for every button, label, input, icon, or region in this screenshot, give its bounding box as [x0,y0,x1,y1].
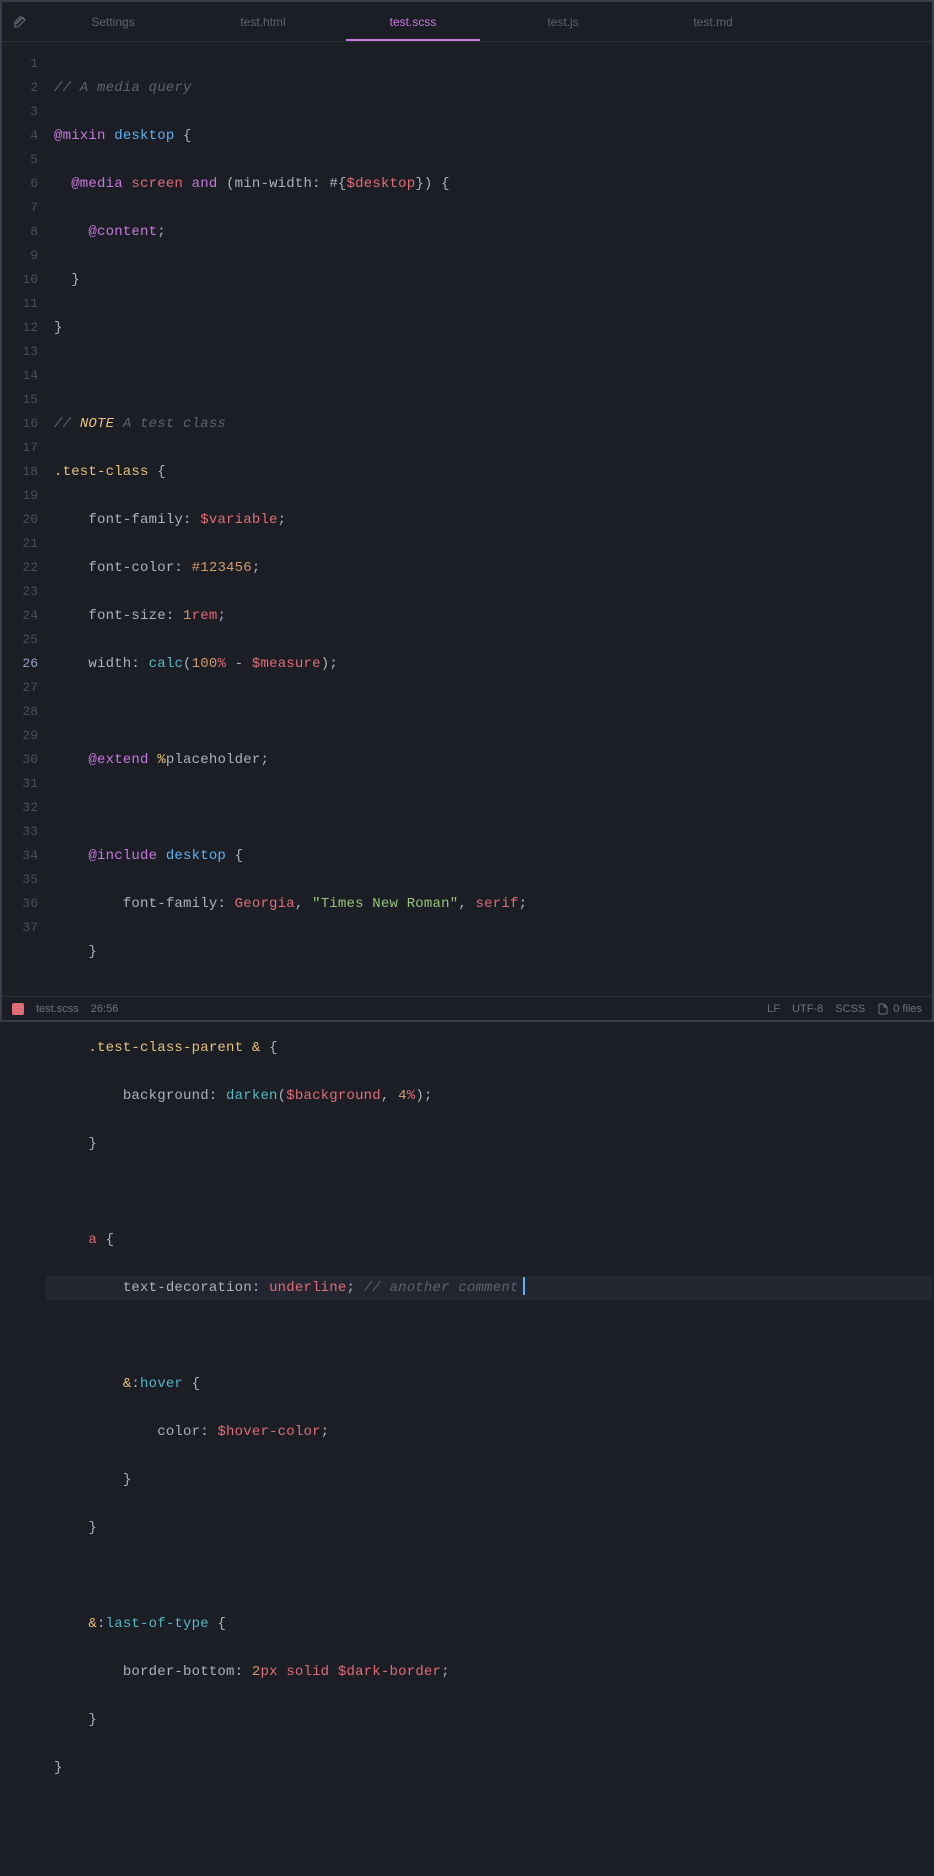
line-number: 7 [2,196,38,220]
line-number: 17 [2,436,38,460]
line-number: 14 [2,364,38,388]
line-number: 27 [2,676,38,700]
line-number: 31 [2,772,38,796]
line-number: 18 [2,460,38,484]
tab-label: Settings [91,15,134,29]
line-number: 20 [2,508,38,532]
line-number: 29 [2,724,38,748]
tab-test-md[interactable]: test.md [638,2,788,41]
line-number-gutter: 1234567891011121314151617181920212223242… [2,42,46,996]
line-number: 30 [2,748,38,772]
line-number: 35 [2,868,38,892]
tab-label: test.html [240,15,285,29]
line-number: 1 [2,52,38,76]
line-number: 34 [2,844,38,868]
line-number: 22 [2,556,38,580]
modified-indicator-icon [12,1003,24,1015]
line-number: 3 [2,100,38,124]
tab-label: test.scss [390,15,437,29]
tab-test-html[interactable]: test.html [188,2,338,41]
tab-test-js[interactable]: test.js [488,2,638,41]
line-number: 4 [2,124,38,148]
line-number: 33 [2,820,38,844]
line-number: 21 [2,532,38,556]
code-comment: // A media query [54,80,192,96]
line-number: 11 [2,292,38,316]
line-number: 32 [2,796,38,820]
settings-icon[interactable] [2,2,38,41]
line-number: 9 [2,244,38,268]
tab-bar: Settings test.html test.scss test.js tes… [2,2,932,42]
line-number: 10 [2,268,38,292]
line-number: 37 [2,916,38,940]
line-number: 15 [2,388,38,412]
line-number: 19 [2,484,38,508]
line-number: 23 [2,580,38,604]
line-number: 13 [2,340,38,364]
line-number: 24 [2,604,38,628]
line-number: 12 [2,316,38,340]
line-number: 26 [2,652,38,676]
editor[interactable]: 1234567891011121314151617181920212223242… [2,42,932,996]
line-number: 36 [2,892,38,916]
line-number: 2 [2,76,38,100]
text-cursor [523,1277,525,1295]
line-number: 6 [2,172,38,196]
line-number: 5 [2,148,38,172]
line-number: 8 [2,220,38,244]
tab-test-scss[interactable]: test.scss [338,2,488,41]
tab-label: test.md [693,15,732,29]
line-number: 16 [2,412,38,436]
code-area[interactable]: // A media query @mixin desktop { @media… [46,42,932,996]
tab-label: test.js [547,15,578,29]
tab-settings[interactable]: Settings [38,2,188,41]
line-number: 28 [2,700,38,724]
line-number: 25 [2,628,38,652]
